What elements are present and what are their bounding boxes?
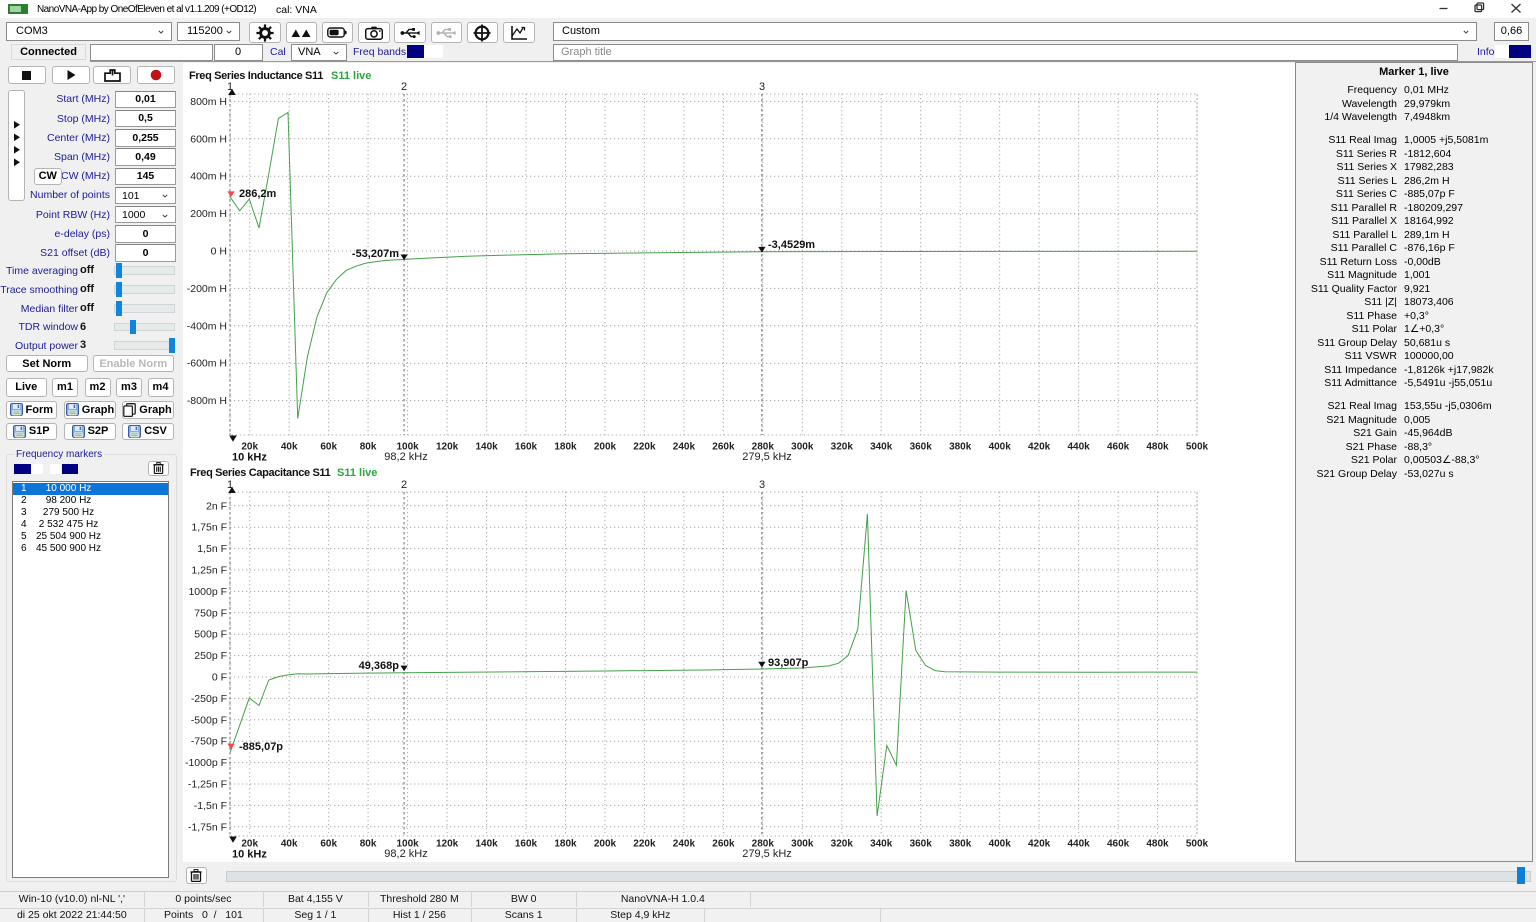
svg-text:-3,4529m: -3,4529m: [768, 239, 815, 251]
svg-text:320k: 320k: [831, 442, 854, 453]
svg-text:200k: 200k: [594, 839, 617, 850]
svg-text:-250p F: -250p F: [191, 693, 227, 705]
svg-text:Freq Series Inductance S11: Freq Series Inductance S11: [189, 70, 323, 82]
svg-text:80k: 80k: [360, 442, 377, 453]
svg-text:1,5n F: 1,5n F: [197, 543, 227, 555]
svg-text:380k: 380k: [949, 839, 972, 850]
svg-text:10 kHz: 10 kHz: [232, 452, 267, 464]
svg-text:500k: 500k: [1186, 839, 1209, 850]
svg-text:S11 live: S11 live: [331, 70, 371, 82]
svg-text:400k: 400k: [989, 839, 1012, 850]
svg-text:-750p F: -750p F: [191, 736, 227, 748]
svg-text:-600m H: -600m H: [187, 358, 227, 370]
svg-text:220k: 220k: [633, 442, 656, 453]
svg-text:340k: 340k: [870, 839, 893, 850]
svg-text:1,25n F: 1,25n F: [191, 565, 227, 577]
svg-text:40k: 40k: [281, 442, 298, 453]
svg-text:-1,5n F: -1,5n F: [194, 800, 227, 812]
svg-text:340k: 340k: [870, 442, 893, 453]
svg-text:-1000p F: -1000p F: [185, 757, 227, 769]
svg-text:60k: 60k: [320, 839, 337, 850]
svg-text:2: 2: [401, 81, 407, 93]
svg-text:240k: 240k: [673, 839, 696, 850]
svg-text:380k: 380k: [949, 442, 972, 453]
svg-text:3: 3: [759, 81, 765, 93]
svg-text:180k: 180k: [554, 442, 577, 453]
svg-text:2: 2: [401, 479, 407, 491]
svg-text:Freq Series Capacitance S11: Freq Series Capacitance S11: [190, 467, 331, 479]
svg-text:0 H: 0 H: [211, 246, 227, 258]
svg-text:-1,75n F: -1,75n F: [188, 821, 227, 833]
svg-text:220k: 220k: [633, 839, 656, 850]
svg-text:98,2 kHz: 98,2 kHz: [384, 848, 427, 860]
svg-text:286,2m: 286,2m: [239, 188, 277, 200]
svg-text:-500p F: -500p F: [191, 714, 227, 726]
svg-text:-200m H: -200m H: [187, 283, 227, 295]
svg-text:160k: 160k: [515, 442, 538, 453]
svg-text:1,75n F: 1,75n F: [191, 522, 227, 534]
svg-text:420k: 420k: [1028, 442, 1051, 453]
svg-text:300k: 300k: [791, 442, 814, 453]
svg-text:460k: 460k: [1107, 442, 1130, 453]
svg-text:440k: 440k: [1067, 442, 1090, 453]
svg-text:200k: 200k: [594, 442, 617, 453]
svg-text:10 kHz: 10 kHz: [232, 849, 267, 861]
svg-text:420k: 420k: [1028, 839, 1051, 850]
svg-text:98,2 kHz: 98,2 kHz: [384, 451, 427, 463]
svg-text:440k: 440k: [1067, 839, 1090, 850]
svg-text:500k: 500k: [1186, 442, 1209, 453]
svg-text:480k: 480k: [1146, 839, 1169, 850]
svg-text:260k: 260k: [712, 839, 735, 850]
svg-text:500p F: 500p F: [194, 629, 227, 641]
svg-text:160k: 160k: [515, 839, 538, 850]
svg-text:300k: 300k: [791, 839, 814, 850]
svg-text:250p F: 250p F: [194, 650, 227, 662]
svg-text:-53,207m: -53,207m: [352, 248, 399, 260]
svg-text:800m H: 800m H: [190, 96, 227, 108]
svg-text:320k: 320k: [831, 839, 854, 850]
svg-text:80k: 80k: [360, 839, 377, 850]
svg-text:140k: 140k: [475, 839, 498, 850]
svg-text:49,368p: 49,368p: [359, 660, 400, 672]
svg-text:93,907p: 93,907p: [768, 657, 809, 669]
svg-text:3: 3: [759, 479, 765, 491]
svg-text:0 F: 0 F: [212, 672, 227, 684]
svg-text:460k: 460k: [1107, 839, 1130, 850]
svg-text:140k: 140k: [475, 442, 498, 453]
svg-text:120k: 120k: [436, 442, 459, 453]
svg-text:480k: 480k: [1146, 442, 1169, 453]
svg-text:200m H: 200m H: [190, 208, 227, 220]
svg-text:360k: 360k: [910, 442, 933, 453]
svg-text:260k: 260k: [712, 442, 735, 453]
svg-text:180k: 180k: [554, 839, 577, 850]
svg-text:-800m H: -800m H: [187, 395, 227, 407]
svg-text:279,5 kHz: 279,5 kHz: [742, 451, 792, 463]
svg-text:400m H: 400m H: [190, 171, 227, 183]
svg-text:400k: 400k: [989, 442, 1012, 453]
svg-text:600m H: 600m H: [190, 133, 227, 145]
svg-text:S11 live: S11 live: [337, 467, 377, 479]
svg-text:360k: 360k: [910, 839, 933, 850]
svg-text:750p F: 750p F: [194, 607, 227, 619]
svg-text:279,5 kHz: 279,5 kHz: [742, 848, 792, 860]
svg-text:120k: 120k: [436, 839, 459, 850]
svg-text:60k: 60k: [320, 442, 337, 453]
svg-text:-400m H: -400m H: [187, 320, 227, 332]
svg-text:1000p F: 1000p F: [188, 586, 227, 598]
svg-text:-1,25n F: -1,25n F: [188, 779, 227, 791]
svg-text:240k: 240k: [673, 442, 696, 453]
svg-text:2n F: 2n F: [206, 500, 227, 512]
svg-text:40k: 40k: [281, 839, 298, 850]
svg-text:-885,07p: -885,07p: [239, 741, 283, 753]
